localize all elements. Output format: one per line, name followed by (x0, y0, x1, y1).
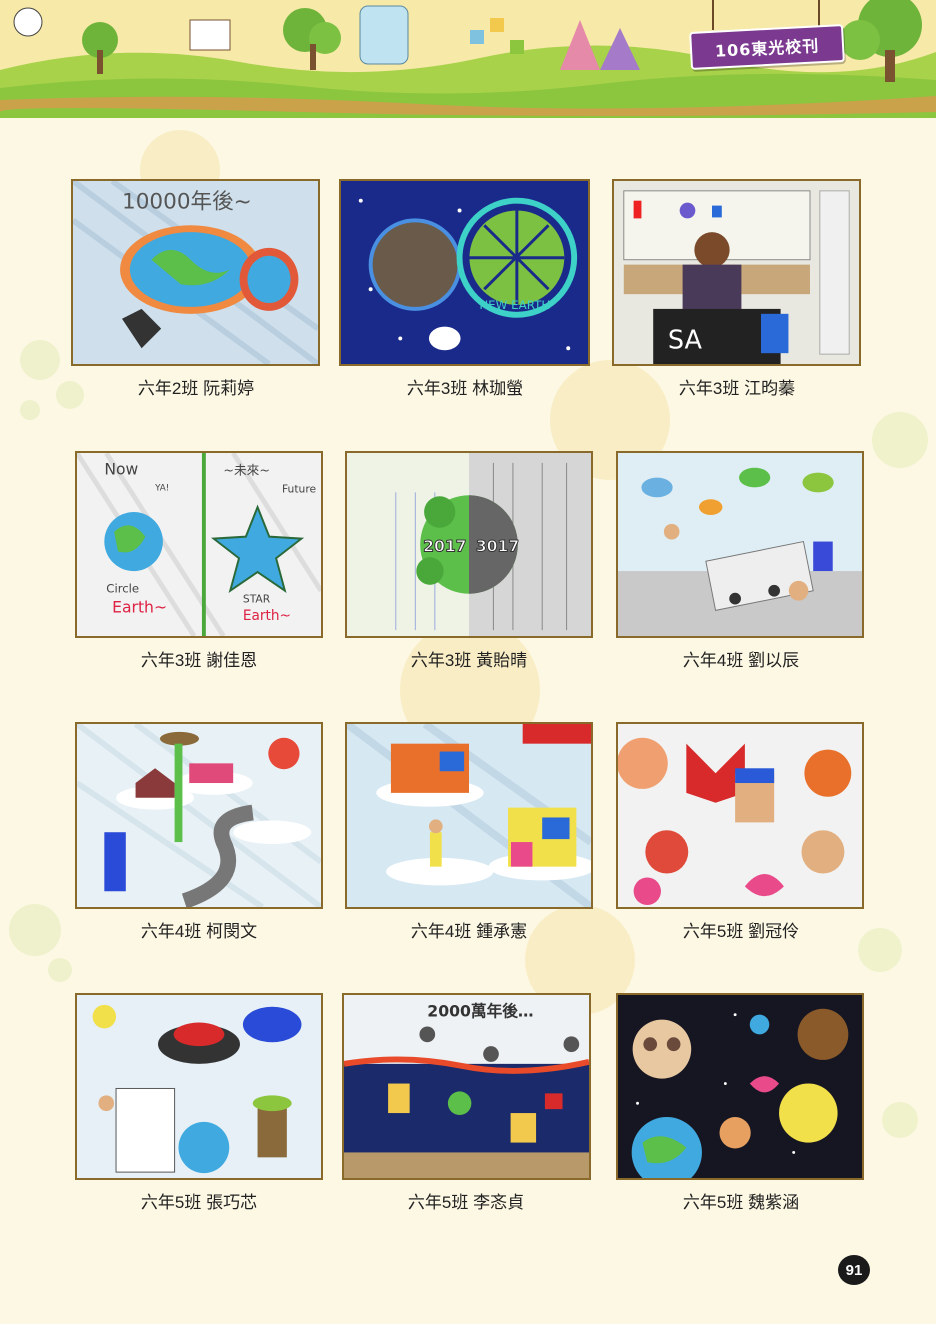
artwork-6-caption: 六年4班 劉以辰 (682, 651, 800, 670)
artwork-8-caption: 六年4班 鍾承憲 (410, 922, 528, 941)
artwork-2-label: NEW EARTH (479, 298, 550, 312)
publication-title: 106東光校刊 (689, 23, 845, 71)
artwork-12-caption: 六年5班 魏紫涵 (682, 1193, 800, 1212)
artwork-4-future: Future (282, 482, 317, 495)
artwork-1-title: 10000年後~ (122, 190, 252, 215)
artwork-4-star: STAR (243, 593, 271, 606)
artwork-5-year-b: 3017 (476, 536, 519, 555)
artwork-4-future-header: ~未來~ (223, 464, 270, 479)
artwork-1-caption: 六年2班 阮莉婷 (137, 379, 255, 398)
artwork-11: 2000萬年後… (342, 993, 591, 1180)
artwork-7 (75, 722, 323, 909)
artwork-10-caption: 六年5班 張巧芯 (140, 1193, 258, 1212)
artwork-5-year-a: 2017 (423, 536, 466, 555)
tag-string-left (712, 0, 714, 30)
artwork-4-circle: Circle (106, 582, 139, 596)
artwork-10 (75, 993, 323, 1180)
artwork-7-caption: 六年4班 柯閔文 (140, 922, 258, 941)
artwork-4-now: Now (104, 460, 138, 479)
artwork-4-star-earth: Earth~ (243, 608, 291, 624)
artwork-8 (345, 722, 593, 909)
artwork-9-caption: 六年5班 劉冠伶 (682, 922, 800, 941)
artwork-9 (616, 722, 864, 909)
artwork-3-label: SA (668, 325, 703, 355)
artwork-5: 2017 3017 (345, 451, 593, 638)
artwork-4-ya: YA! (154, 483, 169, 493)
artwork-2-caption: 六年3班 林珈螢 (406, 379, 524, 398)
artwork-3-caption: 六年3班 江昀蓁 (678, 379, 796, 398)
page-number: 91 (838, 1255, 870, 1285)
artwork-5-caption: 六年3班 黃貽晴 (410, 651, 528, 670)
artwork-1: 10000年後~ (71, 179, 320, 366)
artwork-12 (616, 993, 864, 1180)
artwork-11-caption: 六年5班 李忞貞 (407, 1193, 525, 1212)
artwork-2: NEW EARTH (339, 179, 590, 366)
artwork-4: Now YA! ~未來~ Future Circle Earth~ STAR E… (75, 451, 323, 638)
artwork-3: SA (612, 179, 861, 366)
artwork-4-caption: 六年3班 謝佳恩 (140, 651, 258, 670)
artwork-11-title: 2000萬年後… (427, 1002, 533, 1021)
header-banner: 106東光校刊 (0, 0, 936, 118)
artwork-6 (616, 451, 864, 638)
artwork-4-earth: Earth~ (112, 597, 167, 616)
